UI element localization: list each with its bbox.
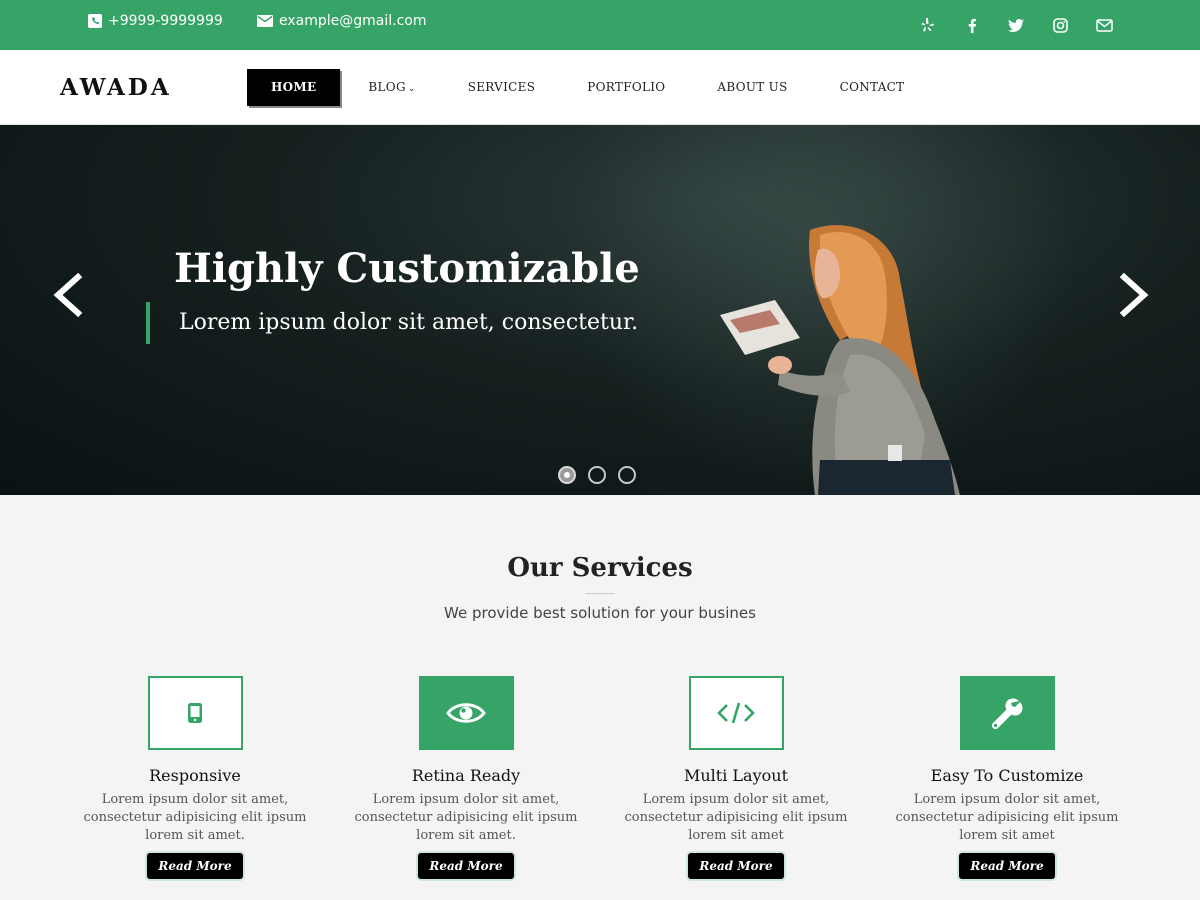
service-text: Lorem ipsum dolor sit amet, consectetur … bbox=[354, 792, 578, 843]
service-title: Retina Ready bbox=[411, 766, 521, 785]
services-subtitle: We provide best solution for your busine… bbox=[444, 604, 756, 622]
twitter-icon[interactable] bbox=[1006, 15, 1026, 35]
service-card-multi-layout: Multi Layout Lorem ipsum dolor sit amet,… bbox=[601, 676, 871, 879]
services-header: Our Services We provide best solution fo… bbox=[0, 553, 1200, 622]
hero-subtitle: Lorem ipsum dolor sit amet, consectetur. bbox=[146, 302, 638, 344]
read-more-button[interactable]: Read More bbox=[147, 853, 243, 879]
nav-blog[interactable]: BLOG ⌄ bbox=[368, 69, 415, 106]
services-title: Our Services bbox=[507, 553, 693, 583]
slider-next-button[interactable] bbox=[1114, 272, 1154, 318]
envelope-icon[interactable] bbox=[1094, 15, 1114, 35]
service-text: Lorem ipsum dolor sit amet, consectetur … bbox=[83, 792, 307, 843]
slider-dot-3[interactable] bbox=[618, 466, 636, 484]
chevron-down-icon: ⌄ bbox=[407, 84, 416, 94]
nav-about-us[interactable]: ABOUT US bbox=[717, 69, 787, 106]
read-more-button[interactable]: Read More bbox=[418, 853, 514, 879]
email-text: example@gmail.com bbox=[279, 13, 427, 29]
service-card-easy-to-customize: Easy To Customize Lorem ipsum dolor sit … bbox=[872, 676, 1142, 879]
chevron-left-icon bbox=[53, 272, 83, 318]
nav-home[interactable]: HOME bbox=[247, 69, 341, 106]
envelope-icon bbox=[257, 15, 273, 27]
hero-photo-figure bbox=[720, 225, 960, 495]
service-card-retina-ready: Retina Ready Lorem ipsum dolor sit amet,… bbox=[331, 676, 601, 879]
service-icon-box bbox=[688, 676, 784, 750]
nav-portfolio[interactable]: PORTFOLIO bbox=[587, 69, 665, 106]
chevron-right-icon bbox=[1119, 272, 1149, 318]
service-icon-box bbox=[147, 676, 243, 750]
site-header: AWADA HOME BLOG ⌄ SERVICES PORTFOLIO ABOU… bbox=[0, 50, 1200, 125]
site-logo[interactable]: AWADA bbox=[60, 74, 172, 101]
yelp-icon[interactable] bbox=[918, 15, 938, 35]
hero-title: Highly Customizable bbox=[174, 245, 640, 292]
hero-slider: Highly Customizable Lorem ipsum dolor si… bbox=[0, 125, 1200, 495]
slider-dot-1[interactable] bbox=[558, 466, 576, 484]
slider-prev-button[interactable] bbox=[48, 272, 88, 318]
service-icon-box bbox=[418, 676, 514, 750]
top-bar: +9999-9999999 example@gmail.com bbox=[0, 0, 1200, 50]
nav-contact[interactable]: CONTACT bbox=[840, 69, 905, 106]
main-nav: HOME BLOG ⌄ SERVICES PORTFOLIO ABOUT US C… bbox=[247, 69, 956, 106]
title-divider bbox=[585, 593, 615, 594]
eye-icon bbox=[446, 703, 486, 723]
phone-text: +9999-9999999 bbox=[108, 13, 223, 29]
service-icon-box bbox=[959, 676, 1055, 750]
facebook-icon[interactable] bbox=[962, 15, 982, 35]
service-title: Easy To Customize bbox=[930, 766, 1084, 785]
nav-blog-label: BLOG bbox=[368, 80, 406, 94]
email-contact[interactable]: example@gmail.com bbox=[257, 13, 427, 29]
wrench-icon bbox=[991, 698, 1023, 730]
phone-contact[interactable]: +9999-9999999 bbox=[88, 13, 223, 29]
slider-dot-2[interactable] bbox=[588, 466, 606, 484]
service-card-responsive: Responsive Lorem ipsum dolor sit amet, c… bbox=[60, 676, 330, 879]
service-title: Responsive bbox=[149, 766, 241, 785]
code-icon bbox=[717, 702, 755, 724]
instagram-icon[interactable] bbox=[1050, 15, 1070, 35]
nav-services[interactable]: SERVICES bbox=[468, 69, 536, 106]
phone-icon bbox=[88, 14, 102, 28]
service-text: Lorem ipsum dolor sit amet, consectetur … bbox=[624, 792, 848, 843]
social-links bbox=[894, 15, 1114, 35]
service-text: Lorem ipsum dolor sit amet, consectetur … bbox=[895, 792, 1119, 843]
service-title: Multi Layout bbox=[683, 766, 788, 785]
slider-dots bbox=[558, 466, 648, 484]
read-more-button[interactable]: Read More bbox=[688, 853, 784, 879]
mobile-icon bbox=[188, 703, 202, 723]
read-more-button[interactable]: Read More bbox=[959, 853, 1055, 879]
